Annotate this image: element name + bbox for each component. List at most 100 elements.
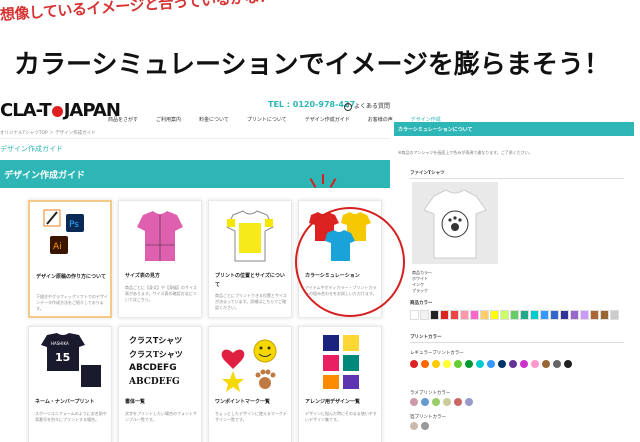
nav-item-products[interactable]: 商品をさがす	[108, 116, 138, 123]
nav-item-pricing[interactable]: 料金について	[199, 116, 229, 123]
phone-number[interactable]: TEL : 0120-978-427	[268, 100, 355, 109]
body-color-label: 商品カラー	[410, 301, 433, 306]
svg-text:15: 15	[55, 351, 70, 364]
body-color-swatch[interactable]	[560, 310, 569, 320]
body-color-swatch[interactable]	[440, 310, 449, 320]
print-color-swatch[interactable]	[476, 360, 484, 368]
print-color-swatch[interactable]	[410, 360, 418, 368]
body-color-swatch[interactable]	[470, 310, 479, 320]
print-color-swatch[interactable]	[443, 360, 451, 368]
card-fonts[interactable]: クラスTシャツ クラスTシャツ ABCDEFG ABCDEFG 書体一覧 文字を…	[118, 326, 202, 442]
card-title: ワンポイントマーク一覧	[215, 399, 271, 405]
body-color-swatch[interactable]	[520, 310, 529, 320]
faq-link[interactable]: ? よくある質問	[344, 101, 390, 111]
print-color-swatch[interactable]	[542, 360, 550, 368]
card-size-chart[interactable]: サイズ表の見方 商品ごとに【身丈】や【身幅】のサイズ表があります。サイズ表の確認…	[118, 200, 202, 318]
uniform-icon: 15 HASHIKA	[33, 331, 107, 393]
body-color-swatch[interactable]	[480, 310, 489, 320]
body-color-swatch[interactable]	[500, 310, 509, 320]
body-color-swatch[interactable]	[510, 310, 519, 320]
card-desc: 下描きやグラフィックソフトでのデザインデータ作成方法をご紹介しております。	[36, 294, 108, 311]
divider	[410, 342, 624, 343]
font-sample-line: ABCDEFG	[129, 377, 180, 387]
card-arrange-designs[interactable]: アレンジ用デザイン一覧 デザインに悩んだ時にそのまま使いやすいデザイン集です。	[298, 326, 382, 442]
logo-left: CLA-T	[0, 100, 52, 121]
print-color-swatch[interactable]	[564, 360, 572, 368]
print-color-swatch[interactable]	[410, 422, 418, 430]
print-color-swatch[interactable]	[553, 360, 561, 368]
sub-caption: 想像しているイメージと合っているかな？	[0, 0, 275, 24]
body-color-swatch[interactable]	[420, 310, 429, 320]
print-color-swatch[interactable]	[432, 360, 440, 368]
print-color-swatch[interactable]	[421, 398, 429, 406]
print-color-swatch[interactable]	[421, 422, 429, 430]
print-color-swatch[interactable]	[531, 360, 539, 368]
body-color-swatch[interactable]	[540, 310, 549, 320]
print-color-swatch[interactable]	[465, 360, 473, 368]
body-color-swatch[interactable]	[580, 310, 589, 320]
nav-item-voices[interactable]: お客様の声	[368, 116, 393, 123]
card-design-data[interactable]: Ps Ai デザイン原稿の作り方について 下描きやグラフィックソフトでのデザイン…	[28, 200, 112, 318]
body-color-swatch[interactable]	[600, 310, 609, 320]
print-color-swatch[interactable]	[432, 398, 440, 406]
body-color-swatches	[410, 310, 619, 320]
regular-print-label: レギュラープリントカラー	[410, 351, 464, 356]
card-title: 書体一覧	[125, 399, 146, 405]
print-color-swatch[interactable]	[509, 360, 517, 368]
special-print-swatches	[410, 398, 473, 406]
panel-header: カラーシミュレーションについて	[394, 122, 634, 136]
card-name-number[interactable]: 15 HASHIKA ネーム・ナンバープリント スポーツユニフォームのようにお名…	[28, 326, 112, 442]
font-sample-line: ABCDEFG	[129, 363, 177, 373]
body-color-swatch[interactable]	[490, 310, 499, 320]
font-sample: クラスTシャツ クラスTシャツ ABCDEFG ABCDEFG	[123, 331, 197, 393]
svg-text:Ps: Ps	[69, 220, 79, 230]
site-logo[interactable]: CLA-T JAPAN	[0, 100, 121, 121]
marks-icon	[213, 331, 287, 393]
print-color-label: プリントカラー	[410, 335, 442, 340]
print-color-swatch[interactable]	[421, 360, 429, 368]
caption-area: 想像しているイメージと合っているかな？ カラーシミュレーションでイメージを膨らま…	[0, 0, 640, 95]
body-color-swatch[interactable]	[430, 310, 439, 320]
breadcrumb[interactable]: オリジナルTシャツTOP ＞ デザイン作成ガイド	[0, 130, 96, 136]
nav-item-design-guide[interactable]: デザイン作成ガイド	[305, 116, 350, 123]
divider	[410, 178, 624, 179]
body-color-swatch[interactable]	[550, 310, 559, 320]
card-desc: デザインに悩んだ時にそのまま使いやすいデザイン集です。	[305, 411, 377, 422]
body-color-swatch[interactable]	[590, 310, 599, 320]
body-color-swatch[interactable]	[450, 310, 459, 320]
page-title: デザイン作成ガイド	[0, 145, 63, 153]
print-color-swatch[interactable]	[520, 360, 528, 368]
uniform-name: HASHIKA	[51, 341, 69, 346]
body-color-swatch[interactable]	[460, 310, 469, 320]
card-print-position[interactable]: プリントの位置とサイズについて 商品ごとにプリントできる位置とサイズが決まってい…	[208, 200, 292, 318]
font-sample-line: クラスTシャツ	[129, 336, 183, 345]
panel-note: ※商品のアンシャツを画面上で色みが再現で違なります。ご了承ください。	[398, 150, 533, 155]
print-color-swatch[interactable]	[443, 398, 451, 406]
print-color-swatch[interactable]	[454, 398, 462, 406]
regular-print-swatches	[410, 360, 583, 368]
faq-label: よくある質問	[354, 103, 391, 110]
card-desc: 文字をプリントしたい場合のフォントサンプル一覧です。	[125, 411, 197, 422]
headline: カラーシミュレーションでイメージを膨らまそう！	[14, 50, 610, 80]
color-sim-panel: カラーシミュレーションについて ※商品のアンシャツを画面上で色みが再現で違なりま…	[394, 122, 634, 442]
card-title: サイズ表の見方	[125, 273, 160, 279]
print-color-swatch[interactable]	[487, 360, 495, 368]
print-color-swatch[interactable]	[575, 360, 583, 368]
card-marks[interactable]: ワンポイントマーク一覧 ちょっとしたデザインに使えるマークデザイン一覧です。	[208, 326, 292, 442]
body-color-swatch[interactable]	[410, 310, 419, 320]
body-color-swatch[interactable]	[530, 310, 539, 320]
body-color-swatch[interactable]	[610, 310, 619, 320]
spec-ink-value: ブラック	[412, 288, 428, 293]
logo-dot-icon	[51, 105, 63, 117]
body-color-swatch[interactable]	[570, 310, 579, 320]
print-color-swatch[interactable]	[410, 398, 418, 406]
print-color-swatch[interactable]	[498, 360, 506, 368]
nav-item-guide[interactable]: ご利用案内	[156, 116, 181, 123]
nav-item-print[interactable]: プリントについて	[247, 116, 287, 123]
print-color-swatch[interactable]	[454, 360, 462, 368]
foil-print-swatches	[410, 422, 429, 430]
arrange-designs-icon	[303, 331, 377, 393]
card-desc: 商品ごとに【身丈】や【身幅】のサイズ表があります。サイズ表の確認方法についてはこ…	[125, 285, 197, 302]
print-color-swatch[interactable]	[465, 398, 473, 406]
card-title: デザイン原稿の作り方について	[36, 274, 106, 280]
